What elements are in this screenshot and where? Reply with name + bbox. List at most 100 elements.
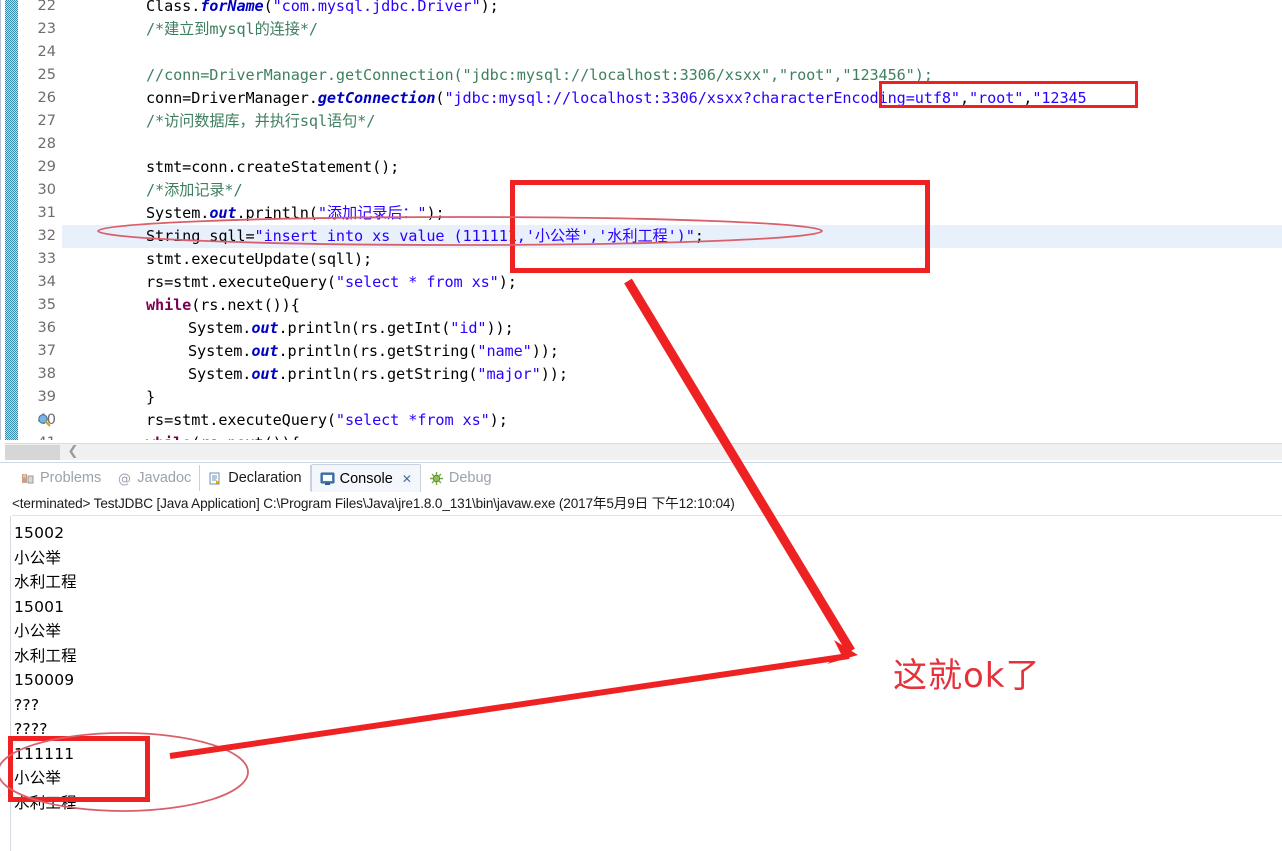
code-line[interactable]: rs=stmt.executeQuery("select *from xs"); — [62, 409, 508, 432]
code-token: while — [146, 434, 191, 440]
line-number: 25 — [37, 67, 56, 83]
code-line[interactable]: /*建立到mysql的连接*/ — [62, 18, 318, 41]
code-token: /*访问数据库，并执行sql语句*/ — [146, 112, 376, 130]
annotation-box-charset — [879, 81, 1138, 108]
line-number: 22 — [37, 0, 56, 14]
annotation-box-console-result — [8, 736, 150, 802]
code-token: "添加记录后：" — [317, 204, 427, 222]
code-token: ); — [426, 204, 445, 222]
code-token: "name" — [477, 342, 532, 360]
line-number: 32 — [37, 228, 56, 244]
code-line[interactable]: System.out.println(rs.getInt("id")); — [62, 317, 514, 340]
annotation-note-text: 这就ok了 — [893, 656, 1041, 696]
code-token: ); — [498, 273, 517, 291]
code-line[interactable]: Class.forName("com.mysql.jdbc.Driver"); — [62, 0, 499, 18]
scrollbar-thumb[interactable] — [5, 445, 60, 460]
line-number: 38 — [37, 366, 56, 382]
close-icon[interactable]: ✕ — [402, 472, 412, 486]
line-number: 34 — [37, 274, 56, 290]
editor-horizontal-scrollbar[interactable]: ❮ — [5, 443, 1282, 460]
code-line[interactable]: while(rs.next()){ — [62, 294, 300, 317]
problems-icon — [20, 471, 35, 486]
console-output-line: 小公举 — [14, 622, 62, 640]
code-line[interactable]: System.out.println(rs.getString("major")… — [62, 363, 568, 386]
code-line[interactable]: System.out.println("添加记录后："); — [62, 202, 445, 225]
code-token: )); — [486, 319, 514, 337]
line-number: 23 — [37, 21, 56, 37]
console-output-line: 15002 — [14, 524, 65, 542]
console-icon — [320, 471, 335, 486]
console-output-area[interactable]: 15002 小公举 水利工程 15001 小公举 水利工程 150009??????? 111… — [0, 516, 1282, 851]
declaration-icon — [208, 471, 223, 486]
code-line[interactable]: while(rs.next()){ — [62, 432, 300, 440]
code-token: ); — [480, 0, 499, 15]
debug-icon — [429, 471, 444, 486]
tab-declaration[interactable]: Declaration — [199, 465, 311, 491]
code-token: System. — [146, 204, 210, 222]
eclipse-ide-screenshot: 2223242526272829303132333435363738394041… — [0, 0, 1282, 851]
code-token: getConnection — [317, 89, 436, 107]
code-token: out — [251, 319, 279, 337]
code-token: System. — [188, 342, 252, 360]
code-line[interactable]: /*添加记录*/ — [62, 179, 243, 202]
chevron-left-icon[interactable]: ❮ — [65, 444, 81, 461]
code-token: stmt=conn.createStatement(); — [146, 158, 400, 176]
code-token: rs=stmt.executeQuery( — [146, 273, 336, 291]
code-token: while — [146, 296, 192, 314]
code-token: (rs.next()){ — [191, 434, 300, 440]
line-number: 24 — [37, 44, 56, 60]
code-token: )); — [540, 365, 568, 383]
line-number: 35 — [37, 297, 56, 313]
tab-label: Problems — [40, 470, 102, 486]
line-number: 41 — [16, 432, 56, 440]
line-number: 26 — [37, 90, 56, 106]
code-token: //conn=DriverManager.getConnection("jdbc… — [146, 66, 933, 84]
line-number: 29 — [37, 159, 56, 175]
code-line[interactable]: System.out.println(rs.getString("name"))… — [62, 340, 559, 363]
code-token: Class. — [146, 0, 201, 15]
code-line[interactable]: rs=stmt.executeQuery("select * from xs")… — [62, 271, 517, 294]
code-line[interactable] — [62, 41, 146, 64]
line-number: 28 — [37, 136, 56, 152]
console-output-line: 15001 — [14, 597, 65, 616]
tab-javadoc[interactable]: @ Javadoc — [109, 465, 199, 491]
console-output-line: 水利工程 — [14, 646, 77, 665]
code-token: "id" — [450, 319, 487, 337]
tab-label: Javadoc — [137, 470, 192, 486]
code-token: "com.mysql.jdbc.Driver" — [272, 0, 481, 15]
console-output-line: 水利工程 — [14, 573, 77, 591]
tab-console[interactable]: Console ✕ — [310, 464, 421, 492]
line-number: 30 — [37, 182, 56, 198]
code-line[interactable]: /*访问数据库，并执行sql语句*/ — [62, 110, 375, 133]
code-token: out — [251, 342, 279, 360]
code-token: System. — [188, 319, 252, 337]
line-number: 27 — [37, 113, 56, 129]
code-line[interactable]: //conn=DriverManager.getConnection("jdbc… — [62, 64, 933, 87]
line-number: 37 — [37, 343, 56, 359]
tab-problems[interactable]: Problems — [12, 465, 109, 491]
console-output-line: ??? — [14, 695, 40, 714]
code-token: )); — [531, 342, 559, 360]
code-token: out — [209, 204, 237, 222]
line-number: 33 — [37, 251, 56, 267]
code-token: rs=stmt.executeQuery( — [146, 411, 336, 429]
console-output-line: 小公举 — [14, 548, 62, 567]
editor-left-edge — [0, 0, 4, 440]
tab-label: Declaration — [228, 470, 302, 486]
code-token: .println(rs.getString( — [278, 365, 478, 383]
code-line[interactable] — [62, 133, 146, 156]
code-token: .println(rs.getInt( — [278, 319, 451, 337]
code-line[interactable]: stmt.executeUpdate(sqll); — [62, 248, 372, 271]
code-token: "select * from xs" — [335, 273, 499, 291]
code-token: .println( — [236, 204, 318, 222]
warning-bulb-icon[interactable] — [38, 414, 51, 427]
code-token: /*建立到mysql的连接*/ — [146, 20, 318, 38]
view-tab-bar[interactable]: Problems @ Javadoc Declaration Console ✕ Debug — [0, 463, 1282, 493]
tab-debug[interactable]: Debug — [421, 465, 500, 491]
code-line[interactable]: stmt=conn.createStatement(); — [62, 156, 399, 179]
code-token: "select *from xs" — [335, 411, 490, 429]
code-line[interactable]: } — [62, 386, 155, 409]
code-token: /*添加记录*/ — [146, 181, 243, 199]
line-number-gutter: 2223242526272829303132333435363738394041 — [18, 0, 62, 440]
annotation-box-insert-sql — [510, 180, 930, 273]
